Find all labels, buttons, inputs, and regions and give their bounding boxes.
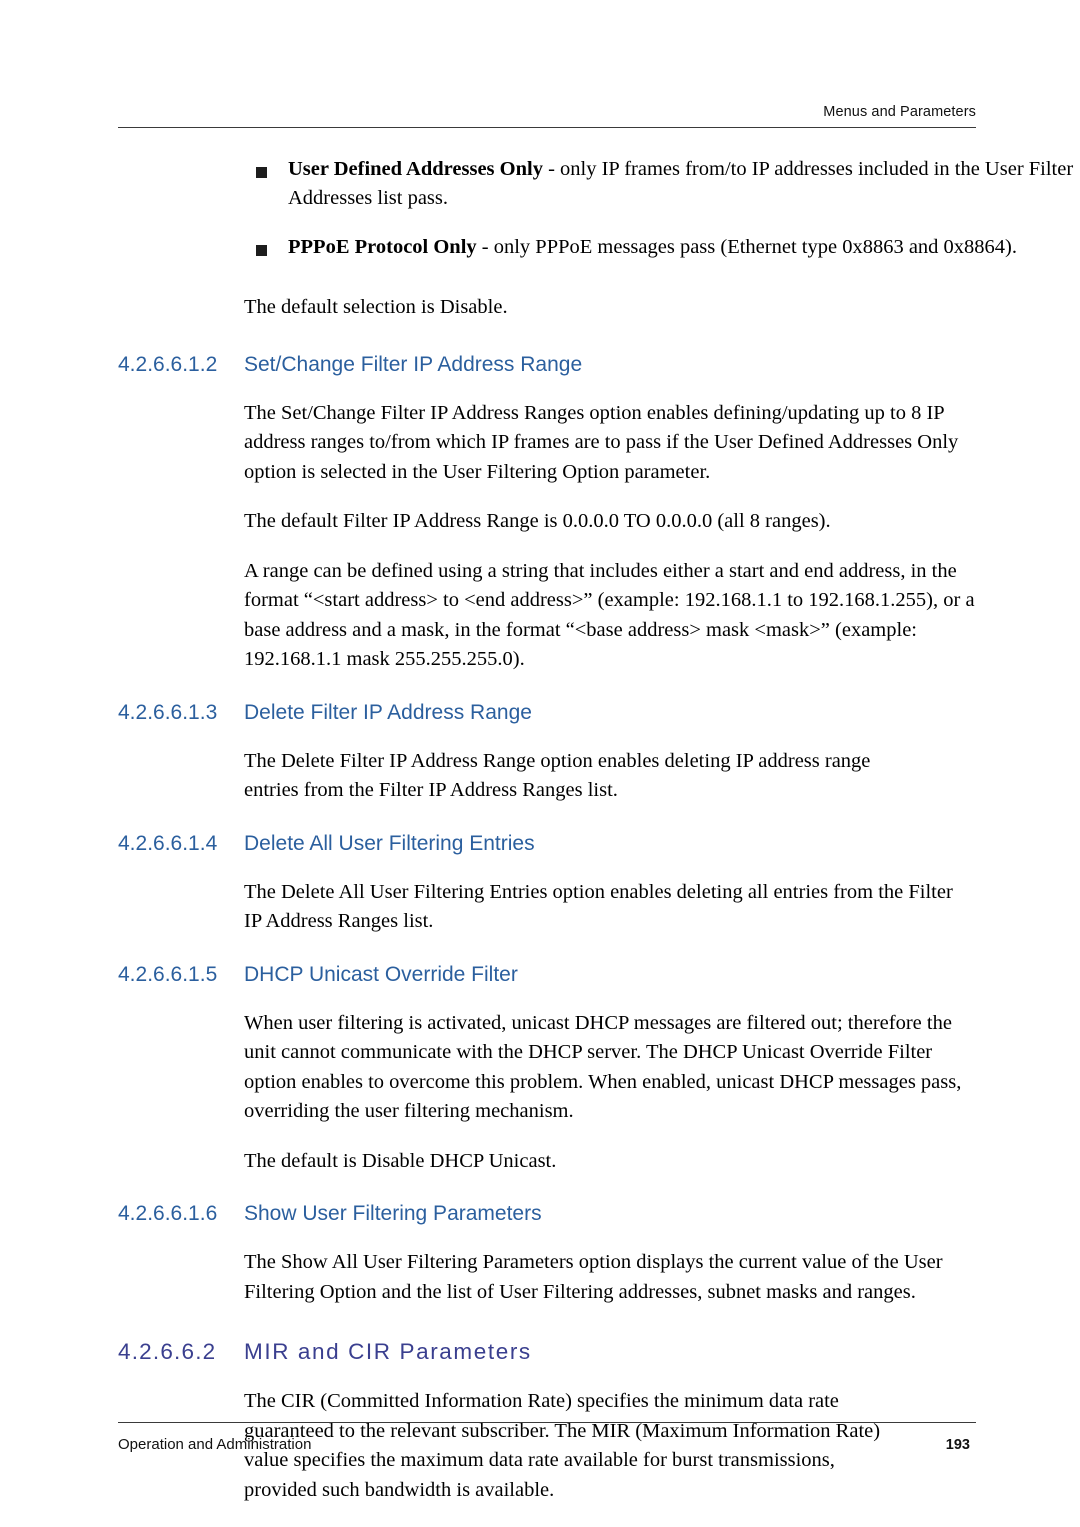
document-page: Menus and Parameters User Defined Addres… bbox=[0, 0, 1080, 1527]
page-content: User Defined Addresses Only - only IP fr… bbox=[118, 155, 1073, 1505]
paragraph: When user filtering is activated, unicas… bbox=[244, 1011, 962, 1123]
page-number: 193 bbox=[945, 1437, 970, 1453]
section-title: Set/Change Filter IP Address Range bbox=[244, 352, 583, 376]
paragraph: The Delete All User Filtering Entries op… bbox=[244, 880, 953, 933]
list-item: PPPoE Protocol Only - only PPPoE message… bbox=[118, 233, 1017, 262]
section-heading-4-2-6-6-1-6: 4.2.6.6.1.6 Show User Filtering Parameter… bbox=[118, 1202, 978, 1226]
list-item-text: User Defined Addresses Only - only IP fr… bbox=[288, 155, 1080, 213]
running-title: Menus and Parameters bbox=[823, 104, 976, 120]
section-number: 4.2.6.6.1.2 bbox=[118, 352, 218, 376]
section-number: 4.2.6.6.1.3 bbox=[118, 700, 218, 724]
section-body-4-2-6-6-1-3: The Delete Filter IP Address Range optio… bbox=[244, 747, 924, 806]
section-title: Delete Filter IP Address Range bbox=[244, 700, 532, 724]
section-number: 4.2.6.6.1.6 bbox=[118, 1202, 218, 1225]
paragraph: The Show All User Filtering Parameters o… bbox=[244, 1251, 943, 1303]
section-heading-4-2-6-6-1-3: 4.2.6.6.1.3 Delete Filter IP Address Rang… bbox=[118, 701, 978, 725]
paragraph: The Set/Change Filter IP Address Ranges … bbox=[244, 401, 959, 483]
header-divider bbox=[118, 127, 976, 128]
square-bullet-icon bbox=[256, 245, 267, 256]
section-title: Show User Filtering Parameters bbox=[244, 1202, 542, 1225]
section-heading-4-2-6-6-1-4: 4.2.6.6.1.4 Delete All User Filtering Ent… bbox=[118, 832, 978, 856]
list-item-term: User Defined Addresses Only bbox=[288, 158, 543, 180]
section-number: 4.2.6.6.1.4 bbox=[118, 831, 218, 855]
list-item-term: PPPoE Protocol Only bbox=[288, 236, 477, 258]
paragraph: The default Filter IP Address Range is 0… bbox=[244, 510, 831, 532]
footer-divider bbox=[118, 1422, 976, 1423]
bullet-list: User Defined Addresses Only - only IP fr… bbox=[118, 155, 1073, 262]
section-body-4-2-6-6-1-4: The Delete All User Filtering Entries op… bbox=[244, 878, 974, 937]
paragraph: The Delete Filter IP Address Range optio… bbox=[244, 749, 871, 802]
list-item-desc: - only PPPoE messages pass (Ethernet typ… bbox=[476, 236, 1017, 258]
page-header: Menus and Parameters bbox=[118, 104, 976, 128]
section-body-4-2-6-6-1-2: The Set/Change Filter IP Address Ranges … bbox=[244, 399, 979, 675]
section-body-4-2-6-6-1-6: The Show All User Filtering Parameters o… bbox=[244, 1248, 966, 1307]
paragraph: The default selection is Disable. bbox=[244, 296, 508, 318]
section-heading-4-2-6-6-2: 4.2.6.6.2 MIR and CIR Parameters bbox=[118, 1339, 978, 1365]
default-selection-paragraph-block: The default selection is Disable. bbox=[244, 293, 974, 323]
list-item-text: PPPoE Protocol Only - only PPPoE message… bbox=[288, 233, 1078, 262]
footer-document-title: Operation and Administration bbox=[118, 1436, 312, 1453]
section-title: MIR and CIR Parameters bbox=[244, 1339, 532, 1364]
section-number: 4.2.6.6.1.5 bbox=[118, 962, 218, 986]
section-number: 4.2.6.6.2 bbox=[118, 1339, 217, 1364]
square-bullet-icon bbox=[256, 167, 267, 178]
section-title: DHCP Unicast Override Filter bbox=[244, 962, 518, 986]
section-title: Delete All User Filtering Entries bbox=[244, 831, 535, 855]
page-footer: Operation and Administration 193 bbox=[118, 1422, 976, 1453]
paragraph: The default is Disable DHCP Unicast. bbox=[244, 1149, 557, 1172]
list-item: User Defined Addresses Only - only IP fr… bbox=[118, 155, 1073, 213]
paragraph: A range can be defined using a string th… bbox=[244, 559, 975, 671]
section-body-4-2-6-6-1-5: When user filtering is activated, unicas… bbox=[244, 1009, 971, 1177]
section-heading-4-2-6-6-1-2: 4.2.6.6.1.2 Set/Change Filter IP Address … bbox=[118, 353, 978, 377]
section-heading-4-2-6-6-1-5: 4.2.6.6.1.5 DHCP Unicast Override Filter bbox=[118, 963, 978, 987]
